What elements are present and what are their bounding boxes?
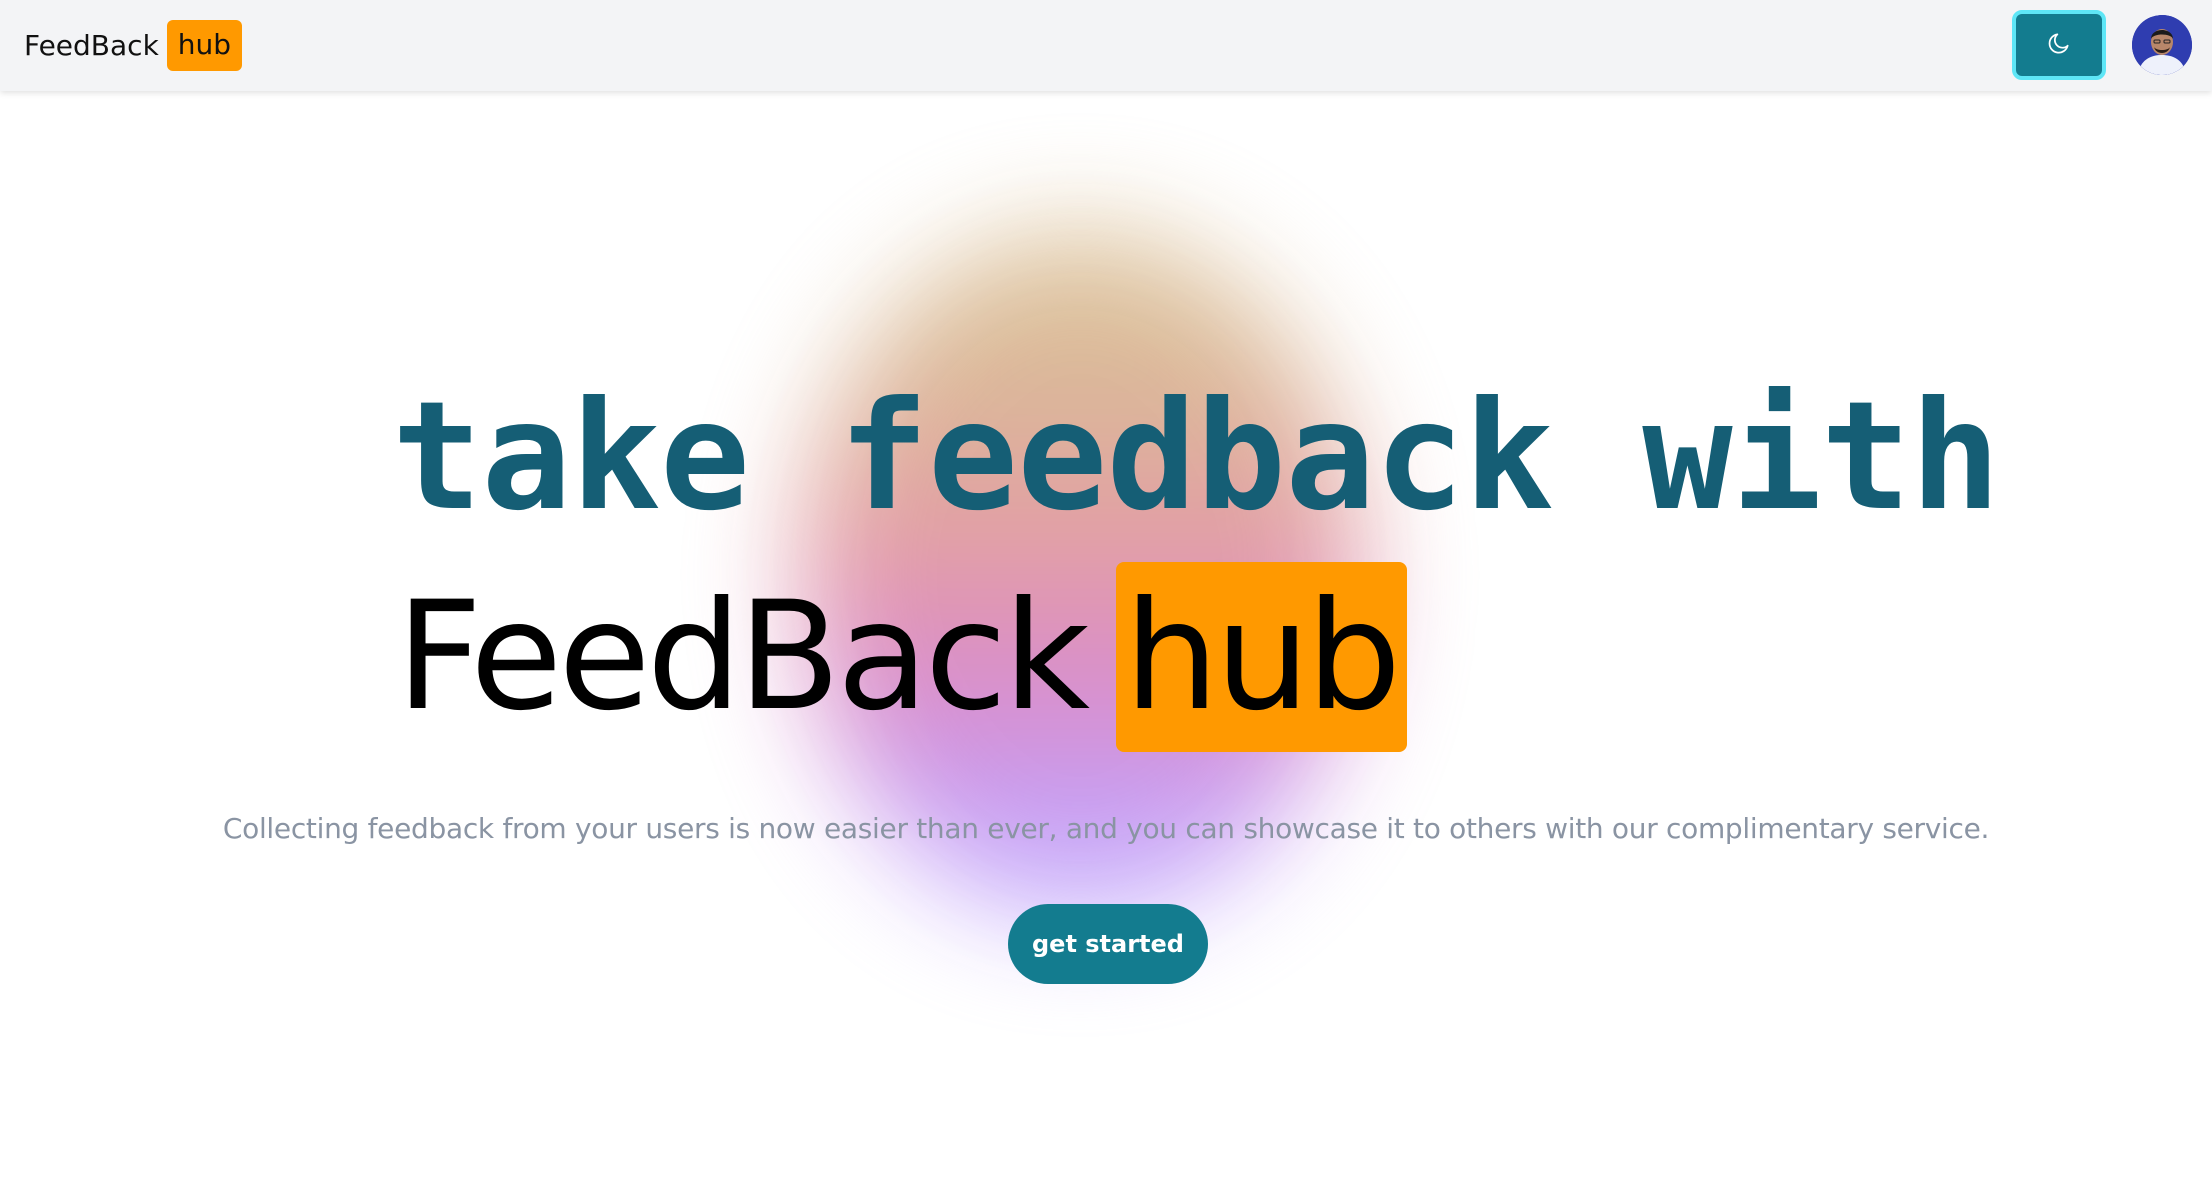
user-avatar[interactable] (2132, 15, 2192, 75)
hero-headline-brand: FeedBack hub (396, 562, 1408, 752)
brand-logo[interactable]: FeedBack hub (24, 19, 243, 71)
hero-brand-badge: hub (1116, 562, 1408, 752)
hero-headline-line1: take feedback with (392, 370, 2001, 544)
avatar-icon (2132, 15, 2192, 75)
hero-brand-name: FeedBack (396, 570, 1090, 744)
navbar: FeedBack hub (0, 0, 2212, 91)
moon-icon (2046, 30, 2072, 60)
get-started-button[interactable]: get started (1008, 904, 1208, 984)
brand-badge: hub (166, 19, 243, 71)
theme-toggle-button[interactable] (2012, 10, 2106, 80)
brand-name: FeedBack (24, 28, 159, 62)
hero-tagline: Collecting feedback from your users is n… (222, 812, 1990, 845)
